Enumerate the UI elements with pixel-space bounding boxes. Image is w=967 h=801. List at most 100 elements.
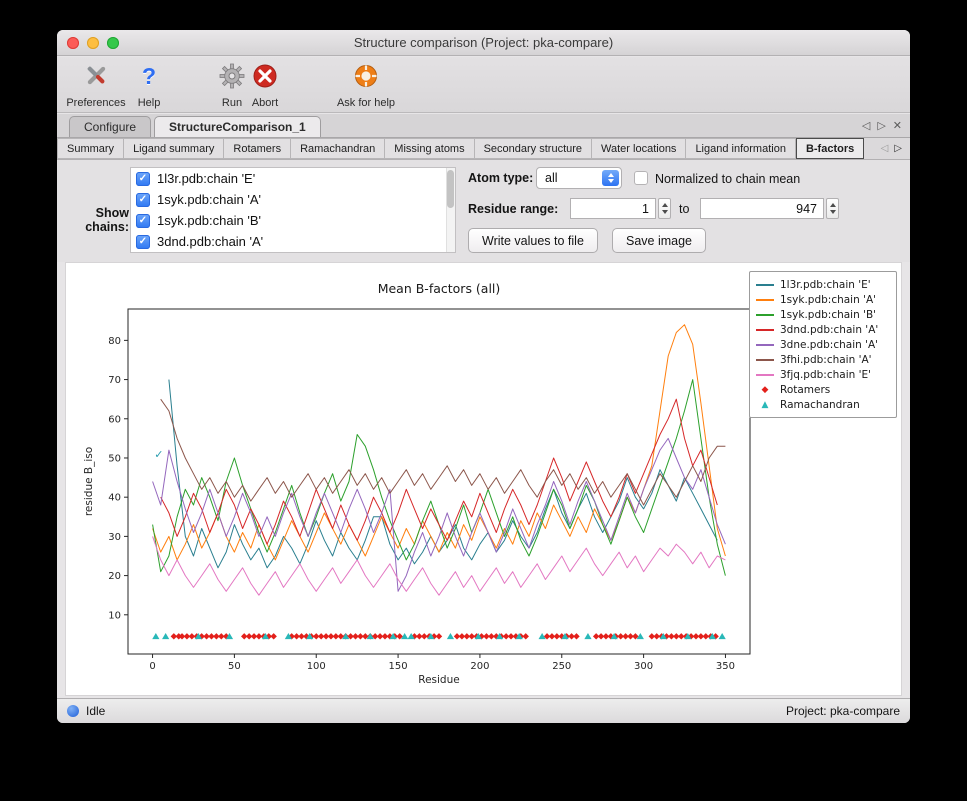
svg-text:60: 60 [108, 414, 121, 425]
chain-checkbox-checked[interactable]: ✓ [136, 214, 150, 228]
subtab-scroll-right-icon[interactable]: ▷ [894, 143, 902, 154]
chain-label: 1syk.pdb:chain 'A' [157, 192, 261, 207]
abort-label: Abort [252, 97, 278, 109]
residue-to-label: to [679, 202, 689, 216]
status-project: Project: pka-compare [786, 704, 900, 718]
tab-bar: Configure StructureComparison_1 ◁ ▷ ✕ [57, 114, 910, 138]
svg-text:250: 250 [552, 661, 571, 672]
legend-item: 3dnd.pdb:chain 'A' [756, 322, 890, 337]
legend-item: ▲Ramachandran [756, 397, 890, 412]
zoom-window-button[interactable] [107, 37, 119, 49]
chain-label: 1l3r.pdb:chain 'E' [157, 171, 255, 186]
legend-label: 1syk.pdb:chain 'A' [780, 294, 876, 306]
residue-range-label: Residue range: [468, 202, 558, 216]
subtab-rotamers[interactable]: Rotamers [224, 138, 291, 159]
tab-structurecomparison-1[interactable]: StructureComparison_1 [154, 116, 321, 137]
tools-icon [83, 62, 110, 89]
subtab-ramachandran[interactable]: Ramachandran [291, 138, 385, 159]
app-window: Structure comparison (Project: pka-compa… [57, 30, 910, 723]
svg-text:70: 70 [108, 375, 121, 386]
subtab-ligand-information[interactable]: Ligand information [686, 138, 796, 159]
chain-list-item[interactable]: ✓ 1syk.pdb:chain 'A' [131, 189, 455, 210]
legend-label: 3dne.pdb:chain 'A' [780, 339, 878, 351]
chain-checkbox-checked[interactable]: ✓ [136, 172, 150, 186]
normalized-checkbox[interactable] [634, 171, 648, 185]
show-chains-label: Show chains: [59, 206, 129, 234]
legend-label: Ramachandran [780, 399, 860, 411]
tab-close-icon[interactable]: ✕ [893, 119, 902, 132]
svg-text:10: 10 [108, 610, 121, 621]
tab-scroll-right-icon[interactable]: ▷ [877, 119, 885, 132]
legend-item: 3fjq.pdb:chain 'E' [756, 367, 890, 382]
atom-type-value: all [545, 171, 558, 185]
svg-text:200: 200 [470, 661, 489, 672]
chart-legend: 1l3r.pdb:chain 'E'1syk.pdb:chain 'A'1syk… [749, 271, 897, 418]
legend-label: 3dnd.pdb:chain 'A' [780, 324, 878, 336]
svg-text:100: 100 [307, 661, 326, 672]
legend-diamond-icon: ◆ [756, 385, 774, 395]
abort-button[interactable]: Abort [243, 62, 287, 109]
subtab-ligand-summary[interactable]: Ligand summary [124, 138, 224, 159]
svg-text:150: 150 [389, 661, 408, 672]
window-titlebar[interactable]: Structure comparison (Project: pka-compa… [57, 30, 910, 56]
atom-type-dropdown[interactable]: all [536, 167, 622, 189]
tab-configure[interactable]: Configure [69, 116, 151, 137]
legend-line-swatch [756, 374, 774, 376]
legend-item: 3dne.pdb:chain 'A' [756, 337, 890, 352]
subtab-water-locations[interactable]: Water locations [592, 138, 686, 159]
normalized-label: Normalized to chain mean [655, 172, 800, 186]
residue-to-stepper[interactable] [826, 198, 839, 219]
legend-line-swatch [756, 284, 774, 286]
residue-to-input[interactable] [700, 198, 824, 219]
legend-item: ◆Rotamers [756, 382, 890, 397]
svg-text:Residue: Residue [418, 674, 459, 686]
minimize-window-button[interactable] [87, 37, 99, 49]
legend-line-swatch [756, 299, 774, 301]
svg-text:50: 50 [108, 453, 121, 464]
write-values-button[interactable]: Write values to file [468, 228, 598, 253]
preferences-label: Preferences [66, 97, 125, 109]
legend-item: 1syk.pdb:chain 'A' [756, 292, 890, 307]
legend-item: 3fhi.pdb:chain 'A' [756, 352, 890, 367]
chain-checkbox-checked[interactable]: ✓ [136, 193, 150, 207]
ask-for-help-label: Ask for help [337, 97, 395, 109]
legend-label: 1l3r.pdb:chain 'E' [780, 279, 871, 291]
close-window-button[interactable] [67, 37, 79, 49]
ask-for-help-button[interactable]: Ask for help [325, 62, 407, 109]
controls-panel: Show chains: ✓ 1l3r.pdb:chain 'E' ✓ 1syk… [57, 160, 910, 262]
chain-label: 1syk.pdb:chain 'B' [157, 213, 261, 228]
desktop-background: Structure comparison (Project: pka-compa… [0, 0, 967, 801]
svg-text:✓: ✓ [154, 448, 163, 461]
chain-list-item[interactable]: ✓ 1l3r.pdb:chain 'E' [131, 168, 455, 189]
chain-list-scrollbar[interactable] [446, 168, 455, 252]
subtab-summary[interactable]: Summary [57, 138, 124, 159]
chain-checkbox-checked[interactable]: ✓ [136, 235, 150, 249]
plot-panel: 0501001502002503003501020304050607080Mea… [65, 262, 902, 696]
help-label: Help [138, 97, 161, 109]
svg-text:0: 0 [149, 661, 155, 672]
residue-from-input[interactable] [570, 198, 656, 219]
dropdown-arrows-icon [602, 170, 619, 186]
help-button[interactable]: ? Help [129, 62, 169, 109]
legend-item: 1l3r.pdb:chain 'E' [756, 277, 890, 292]
atom-type-label: Atom type: [468, 171, 533, 185]
chain-list-item[interactable]: ✓ 1syk.pdb:chain 'B' [131, 210, 455, 231]
run-label: Run [222, 97, 242, 109]
svg-text:Mean B-factors (all): Mean B-factors (all) [378, 281, 501, 296]
chain-label: 3dnd.pdb:chain 'A' [157, 234, 263, 249]
subtab-b-factors[interactable]: B-factors [796, 138, 864, 159]
subtab-missing-atoms[interactable]: Missing atoms [385, 138, 474, 159]
svg-text:20: 20 [108, 571, 121, 582]
svg-text:30: 30 [108, 532, 121, 543]
subtab-secondary-structure[interactable]: Secondary structure [475, 138, 592, 159]
preferences-button[interactable]: Preferences [62, 62, 130, 109]
residue-from-stepper[interactable] [658, 198, 671, 219]
chain-list[interactable]: ✓ 1l3r.pdb:chain 'E' ✓ 1syk.pdb:chain 'A… [130, 167, 456, 253]
save-image-button[interactable]: Save image [612, 228, 706, 253]
chain-list-scroll-thumb[interactable] [447, 170, 454, 208]
chain-list-item[interactable]: ✓ 3dnd.pdb:chain 'A' [131, 231, 455, 252]
window-title: Structure comparison (Project: pka-compa… [354, 35, 613, 50]
tab-scroll-left-icon[interactable]: ◁ [862, 119, 870, 132]
bfactor-chart: 0501001502002503003501020304050607080Mea… [78, 269, 768, 689]
subtab-scroll-left-icon[interactable]: ◁ [881, 143, 889, 154]
